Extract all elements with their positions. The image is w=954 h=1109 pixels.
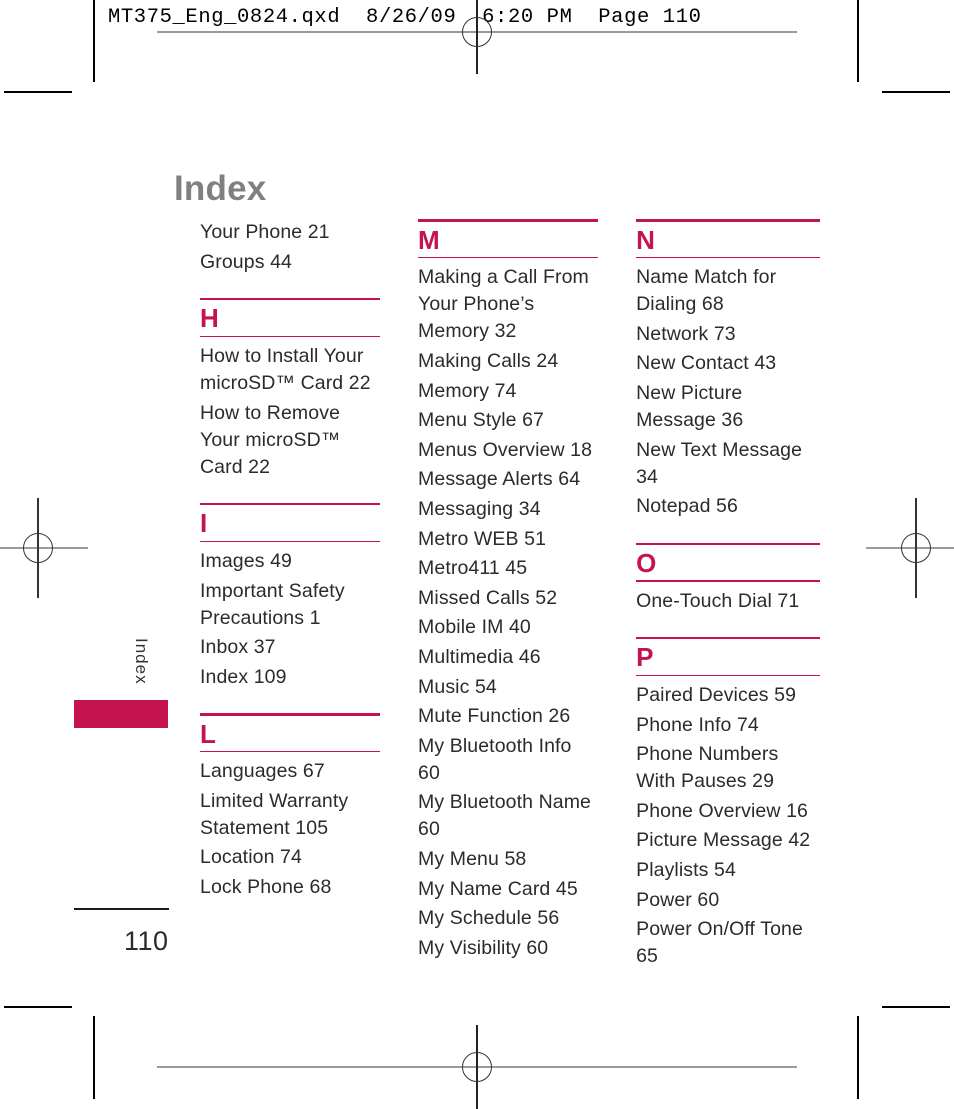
index-entry[interactable]: Power 60 <box>636 887 820 914</box>
section-rule-top <box>200 502 381 506</box>
section-rule-top <box>418 219 599 222</box>
index-entry[interactable]: Languages 67 <box>200 758 380 785</box>
column-2: M Making a Call From Your Phone’s Memory … <box>418 219 599 973</box>
index-entry[interactable]: Phone Numbers With Pauses 29 <box>636 741 820 795</box>
page-number: 110 <box>124 926 169 956</box>
crop-tick-top-right <box>857 58 859 72</box>
index-entry[interactable]: Phone Info 74 <box>636 712 820 739</box>
section-letter: P <box>636 642 654 673</box>
index-entry[interactable]: Paired Devices 59 <box>636 682 820 709</box>
index-entry[interactable]: Metro411 45 <box>418 555 598 582</box>
crop-mark-top-right <box>882 91 950 93</box>
index-entry[interactable]: Memory 74 <box>418 378 598 405</box>
index-entry[interactable]: Lock Phone 68 <box>200 874 380 901</box>
crop-tick-bottom-right <box>857 1026 859 1040</box>
index-entry[interactable]: Phone Overview 16 <box>636 798 820 825</box>
side-tab-block <box>74 700 168 728</box>
registration-ring <box>462 17 492 47</box>
index-columns: Your Phone 21 Groups 44 H How to Install Yo… <box>200 219 821 973</box>
index-section-o: O One-Touch Dial 71 <box>636 542 821 615</box>
index-entry[interactable]: Mobile IM 40 <box>418 614 598 641</box>
index-entry[interactable]: Multimedia 46 <box>418 644 598 671</box>
section-rule-bottom <box>200 750 381 753</box>
index-entry[interactable]: Music 54 <box>418 674 598 701</box>
index-entry[interactable]: Making Calls 24 <box>418 348 598 375</box>
index-entry[interactable]: Missed Calls 52 <box>418 585 598 612</box>
index-entry[interactable]: My Schedule 56 <box>418 905 598 932</box>
section-rule-top <box>636 636 821 640</box>
index-entry[interactable]: Limited Warranty Statement 105 <box>200 788 380 842</box>
index-entry[interactable]: Images 49 <box>200 548 380 575</box>
footer-rule <box>74 908 169 910</box>
section-rule-bottom <box>636 256 821 259</box>
index-entry[interactable]: New Text Message 34 <box>636 437 820 491</box>
section-rule-bottom <box>200 335 381 337</box>
index-entry[interactable]: Playlists 54 <box>636 857 820 884</box>
index-entry[interactable]: Mute Function 26 <box>418 703 598 730</box>
crop-tick-top-left <box>93 58 95 72</box>
index-entry[interactable]: Menus Overview 18 <box>418 437 598 464</box>
index-section-m: M Making a Call From Your Phone’s Memory … <box>418 219 599 962</box>
column-1: Your Phone 21 Groups 44 H How to Install Yo… <box>200 219 381 973</box>
index-entry[interactable]: Important Safety Precautions 1 <box>200 578 380 632</box>
index-entry[interactable]: New Picture Message 36 <box>636 380 820 434</box>
registration-ring <box>901 533 931 563</box>
index-entry[interactable]: My Bluetooth Name 60 <box>418 789 598 843</box>
index-entry[interactable]: Network 73 <box>636 321 820 348</box>
index-section-n: N Name Match for Dialing 68 Network 73 New … <box>636 219 821 521</box>
crop-tick-bottom-left <box>93 1026 95 1040</box>
section-rule-top <box>636 219 821 222</box>
index-entry[interactable]: My Name Card 45 <box>418 876 598 903</box>
section-rule-bottom <box>636 674 821 676</box>
section-letter: M <box>418 224 440 255</box>
index-entry[interactable]: How to Install Your microSD™ Card 22 <box>200 343 380 397</box>
index-entry[interactable]: New Contact 43 <box>636 350 820 377</box>
section-rule-top <box>636 542 821 546</box>
index-entry[interactable]: One-Touch Dial 71 <box>636 588 820 615</box>
page-title: Index <box>174 169 267 209</box>
section-letter: H <box>200 303 219 334</box>
section-letter: O <box>636 548 657 579</box>
index-entry[interactable]: Making a Call From Your Phone’s Memory 3… <box>418 264 598 345</box>
index-entry[interactable]: Notepad 56 <box>636 493 820 520</box>
crop-mark-top-left <box>4 91 72 93</box>
column-3: N Name Match for Dialing 68 Network 73 New … <box>636 219 821 973</box>
crop-mark-bottom-right <box>882 1006 950 1008</box>
index-entry[interactable]: How to Remove Your microSD™ Card 22 <box>200 400 380 481</box>
index-section-l: L Languages 67 Limited Warranty Statement … <box>200 713 381 901</box>
index-entry[interactable]: Groups 44 <box>200 249 380 276</box>
section-letter: I <box>200 508 208 539</box>
index-entry[interactable]: My Visibility 60 <box>418 935 598 962</box>
print-header: MT375_Eng_0824.qxd 8/26/09 6:20 PM Page … <box>108 6 702 29</box>
section-rule-bottom <box>636 580 821 582</box>
index-entry[interactable]: Location 74 <box>200 844 380 871</box>
crop-mark-bottom-left <box>4 1006 72 1008</box>
index-entry[interactable]: Message Alerts 64 <box>418 466 598 493</box>
side-tab-label: Index <box>132 638 151 685</box>
index-entry[interactable]: Index 109 <box>200 664 380 691</box>
index-entry[interactable]: Inbox 37 <box>200 634 380 661</box>
index-entry[interactable]: Menu Style 67 <box>418 407 598 434</box>
index-entry[interactable]: Messaging 34 <box>418 496 598 523</box>
index-section-i: I Images 49 Important Safety Precautions 1… <box>200 502 381 691</box>
section-rule-bottom <box>418 256 599 259</box>
section-rule-top <box>200 297 381 301</box>
section-letter: N <box>636 224 655 255</box>
index-entry[interactable]: My Bluetooth Info 60 <box>418 733 598 787</box>
index-entry[interactable]: Power On/Off Tone 65 <box>636 916 820 970</box>
section-rule-top <box>200 713 381 716</box>
index-entry[interactable]: Metro WEB 51 <box>418 526 598 553</box>
registration-ring <box>462 1052 492 1082</box>
index-entry[interactable]: Your Phone 21 <box>200 219 380 246</box>
section-rule-bottom <box>200 540 381 543</box>
section-letter: L <box>200 718 216 749</box>
index-entry[interactable]: Picture Message 42 <box>636 827 820 854</box>
index-section-h: H How to Install Your microSD™ Card 22 How… <box>200 297 381 481</box>
index-section-p: P Paired Devices 59 Phone Info 74 Phone Num… <box>636 636 821 971</box>
index-entry[interactable]: My Menu 58 <box>418 846 598 873</box>
registration-ring <box>23 533 53 563</box>
index-entry[interactable]: Name Match for Dialing 68 <box>636 264 820 318</box>
